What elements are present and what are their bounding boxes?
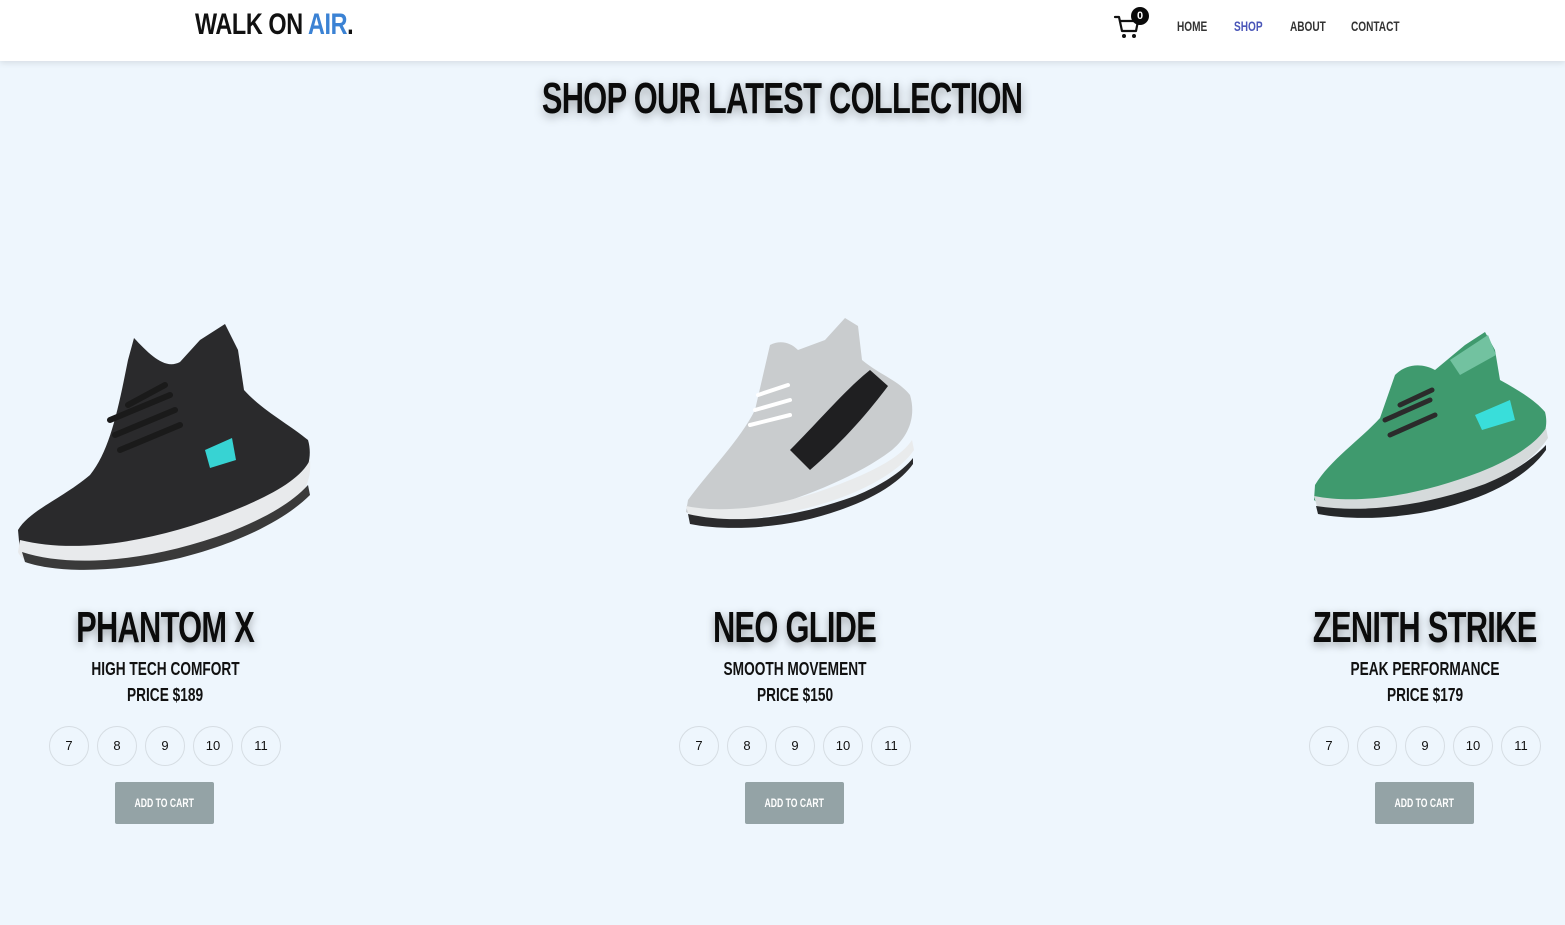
- brand-name: WALK ON: [195, 8, 309, 41]
- nav-contact[interactable]: CONTACT: [1351, 18, 1400, 34]
- size-option[interactable]: 10: [193, 726, 233, 766]
- brand-dot: .: [347, 8, 354, 41]
- add-to-cart-button[interactable]: ADD TO CART: [745, 782, 844, 824]
- product-price: PRICE $189: [126, 685, 204, 705]
- brand-accent: AIR: [308, 8, 348, 41]
- nav-home[interactable]: HOME: [1177, 18, 1207, 34]
- cart-button[interactable]: 0: [1113, 7, 1149, 41]
- size-selector: 7 8 9 10 11: [630, 726, 960, 766]
- product-card-phantom-x: PHANTOM X HIGH TECH COMFORT PRICE $189 7…: [0, 300, 330, 840]
- size-option[interactable]: 7: [679, 726, 719, 766]
- size-option[interactable]: 11: [241, 726, 281, 766]
- product-price: PRICE $179: [1386, 685, 1464, 705]
- product-card-zenith-strike: ZENITH STRIKE PEAK PERFORMANCE PRICE $17…: [1260, 300, 1565, 840]
- add-to-cart-button[interactable]: ADD TO CART: [115, 782, 214, 824]
- size-option[interactable]: 9: [145, 726, 185, 766]
- product-name: ZENITH STRIKE: [1313, 603, 1537, 652]
- size-option[interactable]: 11: [871, 726, 911, 766]
- shoe-image-neo-glide[interactable]: [630, 300, 960, 580]
- product-price: PRICE $150: [756, 685, 834, 705]
- size-option[interactable]: 9: [1405, 726, 1445, 766]
- product-tagline: HIGH TECH COMFORT: [90, 659, 240, 679]
- size-option[interactable]: 8: [1357, 726, 1397, 766]
- shoe-image-phantom-x[interactable]: [0, 300, 330, 580]
- size-option[interactable]: 9: [775, 726, 815, 766]
- brand-logo[interactable]: WALK ON AIR.: [195, 8, 354, 42]
- nav-about[interactable]: ABOUT: [1290, 18, 1326, 34]
- add-to-cart-button[interactable]: ADD TO CART: [1375, 782, 1474, 824]
- size-option[interactable]: 10: [1453, 726, 1493, 766]
- shoe-image-zenith-strike[interactable]: [1260, 300, 1565, 580]
- size-selector: 7 8 9 10 11: [0, 726, 330, 766]
- product-card-neo-glide: NEO GLIDE SMOOTH MOVEMENT PRICE $150 7 8…: [630, 300, 960, 840]
- product-tagline: SMOOTH MOVEMENT: [723, 659, 867, 679]
- top-navigation-bar: WALK ON AIR. 0 HOME SHOP ABOUT CONTACT: [0, 0, 1565, 61]
- size-option[interactable]: 7: [1309, 726, 1349, 766]
- size-option[interactable]: 11: [1501, 726, 1541, 766]
- cart-count-badge: 0: [1131, 7, 1149, 25]
- product-tagline: PEAK PERFORMANCE: [1350, 659, 1500, 679]
- size-option[interactable]: 8: [97, 726, 137, 766]
- size-option[interactable]: 10: [823, 726, 863, 766]
- product-name: PHANTOM X: [76, 603, 255, 652]
- size-selector: 7 8 9 10 11: [1260, 726, 1565, 766]
- product-name: NEO GLIDE: [713, 603, 877, 652]
- size-option[interactable]: 7: [49, 726, 89, 766]
- page-title: SHOP OUR LATEST COLLECTION: [542, 74, 1023, 123]
- nav-shop[interactable]: SHOP: [1234, 18, 1263, 34]
- size-option[interactable]: 8: [727, 726, 767, 766]
